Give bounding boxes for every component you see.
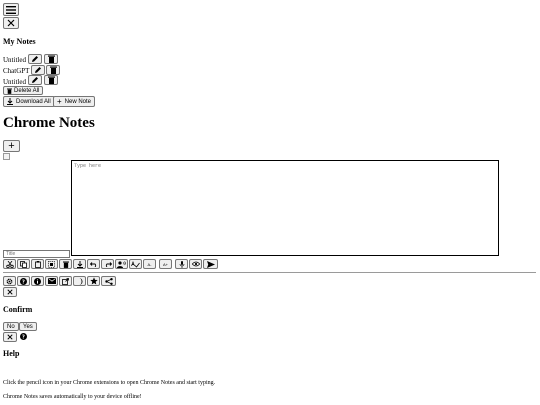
edit-note-button[interactable] bbox=[31, 65, 45, 75]
copy-icon bbox=[20, 260, 27, 268]
pencil-icon bbox=[35, 67, 41, 73]
eye-icon bbox=[191, 261, 200, 267]
new-note-button[interactable]: + New Note bbox=[53, 96, 96, 107]
hamburger-icon bbox=[6, 5, 16, 14]
undo-icon bbox=[89, 262, 96, 267]
trash-icon bbox=[47, 76, 55, 84]
settings-button[interactable] bbox=[3, 276, 16, 286]
pencil-icon bbox=[32, 77, 38, 83]
help-text: Click the pencil icon in your Chrome ext… bbox=[3, 380, 216, 386]
decrease-font-label: A- bbox=[147, 261, 152, 267]
trash-icon bbox=[62, 261, 69, 268]
moon-icon bbox=[78, 277, 82, 285]
favorite-button[interactable] bbox=[87, 276, 100, 286]
info-button[interactable] bbox=[31, 276, 44, 286]
download-all-label: Download All bbox=[16, 98, 51, 105]
delete-note-button[interactable] bbox=[46, 65, 60, 75]
page-title: Chrome Notes bbox=[3, 115, 95, 131]
add-button[interactable]: + bbox=[3, 140, 20, 152]
envelope-icon bbox=[47, 278, 56, 284]
close-button[interactable] bbox=[3, 287, 17, 297]
undo-button[interactable] bbox=[87, 259, 100, 269]
download-icon bbox=[76, 260, 83, 268]
help-button[interactable]: ? bbox=[17, 276, 30, 286]
help-heading: Help bbox=[3, 349, 20, 358]
plus-icon: + bbox=[57, 97, 62, 106]
help-text: Chrome Notes saves automatically to your… bbox=[3, 394, 142, 400]
menu-button[interactable] bbox=[3, 3, 19, 16]
speak-button[interactable] bbox=[115, 259, 128, 269]
pencil-icon bbox=[32, 56, 38, 62]
decrease-font-button[interactable]: A- bbox=[143, 259, 156, 269]
speaking-person-icon bbox=[117, 260, 126, 268]
close-icon bbox=[7, 334, 13, 340]
scissors-icon bbox=[5, 260, 14, 268]
increase-font-button[interactable]: A+ bbox=[159, 259, 172, 269]
question-icon: ? bbox=[20, 277, 27, 285]
note-title[interactable]: Untitled bbox=[3, 78, 26, 86]
share-button[interactable] bbox=[101, 276, 116, 286]
plus-icon: + bbox=[8, 140, 15, 152]
confirm-heading: Confirm bbox=[3, 305, 33, 314]
title-input[interactable] bbox=[3, 250, 70, 258]
microphone-button[interactable] bbox=[175, 259, 188, 269]
star-icon bbox=[89, 277, 98, 285]
email-button[interactable] bbox=[45, 276, 58, 286]
divider bbox=[3, 272, 536, 273]
select-all-button[interactable] bbox=[45, 259, 58, 269]
paste-button[interactable] bbox=[31, 259, 44, 269]
svg-text:?: ? bbox=[22, 334, 25, 340]
confirm-no-button[interactable]: No bbox=[3, 322, 19, 331]
redo-icon bbox=[105, 262, 112, 267]
microphone-icon bbox=[179, 260, 184, 268]
yes-label: Yes bbox=[23, 323, 33, 330]
no-label: No bbox=[7, 323, 15, 330]
download-button[interactable] bbox=[73, 259, 86, 269]
trash-icon bbox=[49, 66, 57, 74]
delete-all-label: Delete All bbox=[14, 87, 40, 94]
new-note-label: New Note bbox=[64, 98, 92, 105]
edit-note-button[interactable] bbox=[28, 54, 42, 64]
clear-button[interactable] bbox=[59, 259, 72, 269]
confirm-yes-button[interactable]: Yes bbox=[19, 322, 37, 331]
notes-heading: My Notes bbox=[3, 37, 36, 46]
increase-font-label: A+ bbox=[162, 261, 168, 267]
send-button[interactable] bbox=[203, 259, 218, 269]
trash-icon bbox=[47, 55, 55, 63]
info-icon bbox=[34, 277, 41, 285]
note-title[interactable]: ChatGPT bbox=[3, 67, 29, 75]
preview-button[interactable] bbox=[189, 259, 202, 269]
close-icon bbox=[7, 289, 13, 295]
close-button[interactable] bbox=[3, 332, 17, 342]
dark-mode-button[interactable] bbox=[73, 276, 86, 286]
spellcheck-button[interactable] bbox=[129, 259, 142, 269]
delete-note-button[interactable] bbox=[44, 75, 58, 85]
spellcheck-icon bbox=[131, 260, 140, 268]
send-icon bbox=[206, 260, 215, 268]
download-icon bbox=[7, 98, 13, 105]
redo-button[interactable] bbox=[101, 259, 114, 269]
delete-all-button[interactable]: Delete All bbox=[3, 86, 44, 95]
close-icon bbox=[7, 19, 15, 27]
cut-button[interactable] bbox=[3, 259, 16, 269]
external-link-icon bbox=[62, 277, 69, 285]
svg-text:?: ? bbox=[22, 279, 25, 285]
question-icon: ? bbox=[20, 333, 27, 340]
download-all-button[interactable]: Download All bbox=[3, 96, 55, 107]
select-all-icon bbox=[48, 260, 55, 268]
broken-image-icon bbox=[3, 153, 10, 160]
open-external-button[interactable] bbox=[59, 276, 72, 286]
trash-icon bbox=[7, 88, 12, 94]
copy-button[interactable] bbox=[17, 259, 30, 269]
delete-note-button[interactable] bbox=[44, 54, 58, 64]
note-editor[interactable] bbox=[71, 160, 499, 256]
close-sidebar-button[interactable] bbox=[3, 17, 19, 29]
share-icon bbox=[104, 277, 113, 285]
clipboard-icon bbox=[34, 260, 41, 268]
edit-note-button[interactable] bbox=[28, 75, 42, 85]
note-title[interactable]: Untitled bbox=[3, 56, 26, 64]
gear-icon bbox=[6, 278, 13, 284]
